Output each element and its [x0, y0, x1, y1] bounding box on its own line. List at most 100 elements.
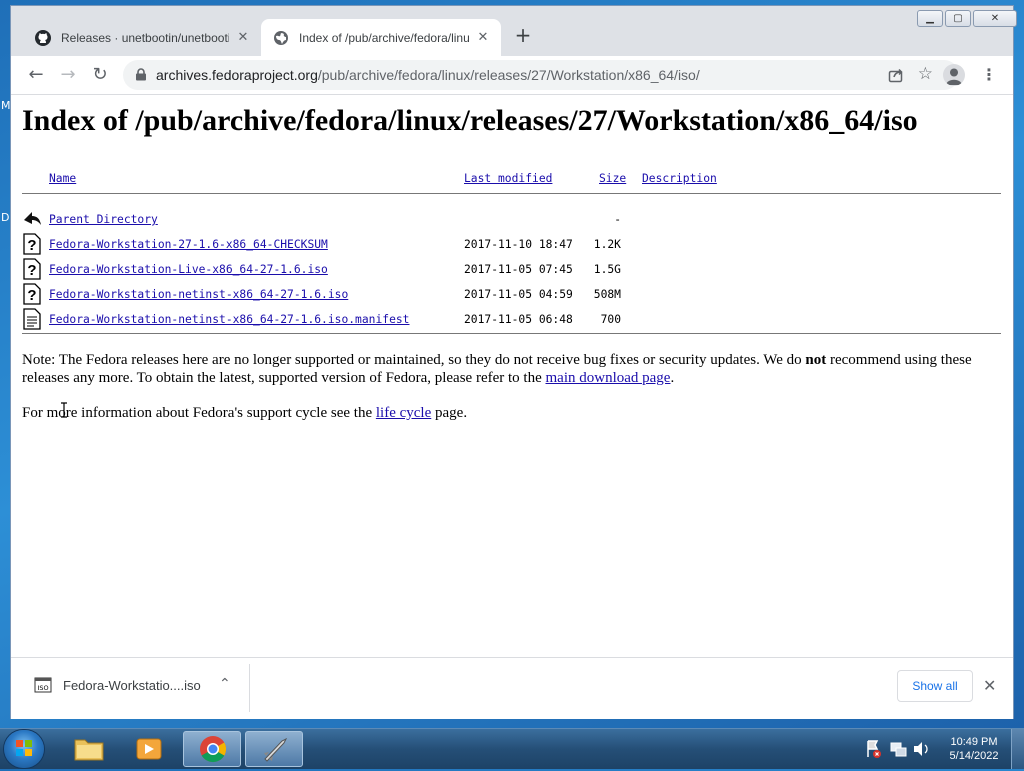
network-icon[interactable] — [890, 742, 907, 757]
profile-avatar-icon[interactable] — [943, 64, 965, 86]
file-size: - — [614, 213, 621, 226]
close-tab-icon[interactable]: ✕ — [235, 30, 251, 45]
file-link[interactable]: Fedora-Workstation-Live-x86_64-27-1.6.is… — [49, 263, 328, 276]
taskbar-clock[interactable]: 10:49 PM 5/14/2022 — [938, 735, 1010, 763]
column-header-description[interactable]: Description — [642, 172, 717, 185]
note-text: Note: The Fedora releases here are no lo… — [22, 352, 806, 368]
close-shelf-icon[interactable]: ✕ — [983, 676, 996, 695]
back-button[interactable]: ← — [23, 62, 49, 88]
close-tab-icon[interactable]: ✕ — [475, 30, 491, 45]
column-header-last-modified[interactable]: Last modified — [464, 172, 552, 185]
main-download-page-link[interactable]: main download page — [546, 370, 671, 386]
windows-logo-icon — [16, 740, 32, 756]
deprecation-note: Note: The Fedora releases here are no lo… — [22, 351, 1007, 387]
taskbar-explorer[interactable] — [60, 731, 118, 767]
unknown-file-icon: ? — [23, 283, 41, 305]
file-size: 508M — [593, 288, 621, 301]
start-button[interactable] — [4, 730, 44, 768]
tab-fedora-index[interactable]: Index of /pub/archive/fedora/linux/relea… — [261, 19, 501, 56]
share-icon[interactable] — [887, 66, 905, 84]
maximize-button[interactable]: ▢ — [945, 10, 971, 27]
taskbar: 10:49 PM 5/14/2022 — [0, 728, 1024, 769]
lock-icon[interactable] — [135, 68, 147, 81]
action-center-flag-icon[interactable] — [867, 740, 881, 758]
browser-window: Releases · unetbootin/unetbootin ✕ Index… — [11, 6, 1017, 719]
file-link[interactable]: Fedora-Workstation-netinst-x86_64-27-1.6… — [49, 288, 348, 301]
page-title: Index of /pub/archive/fedora/linux/relea… — [22, 104, 918, 137]
life-cycle-link[interactable]: life cycle — [376, 405, 431, 421]
url-text[interactable]: archives.fedoraproject.org/pub/archive/f… — [156, 60, 700, 90]
file-modified: 2017-11-05 04:59 — [464, 288, 573, 301]
table-row: ? Fedora-Workstation-Live-x86_64-27-1.6.… — [22, 258, 1001, 288]
folder-icon — [74, 739, 104, 761]
svg-text:?: ? — [27, 262, 36, 279]
browser-toolbar: ← → ↻ archives.fedoraproject.org/pub/arc… — [11, 56, 1013, 95]
page-content: Index of /pub/archive/fedora/linux/relea… — [11, 95, 1013, 661]
column-header-size[interactable]: Size — [599, 172, 626, 185]
file-size: 1.2K — [593, 238, 621, 251]
divider — [22, 193, 1001, 194]
svg-text:?: ? — [27, 287, 36, 304]
unknown-file-icon: ? — [23, 233, 41, 255]
url-host: archives.fedoraproject.org — [156, 67, 318, 83]
rocket-icon — [264, 737, 288, 762]
table-row: ? Fedora-Workstation-netinst-x86_64-27-1… — [22, 283, 1001, 313]
unknown-file-icon: ? — [23, 258, 41, 280]
menu-kebab-icon[interactable]: ⋮ — [981, 62, 997, 88]
volume-icon[interactable] — [914, 742, 928, 756]
table-row: ? Fedora-Workstation-27-1.6-x86_64-CHECK… — [22, 233, 1001, 263]
window-controls: ▁ ▢ ✕ — [915, 10, 1017, 28]
tab-strip: Releases · unetbootin/unetbootin ✕ Index… — [11, 6, 1017, 56]
divider — [22, 333, 1001, 334]
taskbar-unetbootin[interactable] — [245, 731, 303, 767]
text-cursor-icon — [61, 402, 67, 418]
note-text: page. — [431, 405, 468, 421]
chevron-up-icon[interactable]: ⌃ — [219, 676, 231, 692]
note-text: For more information about Fedora's supp… — [22, 405, 376, 421]
clock-date: 5/14/2022 — [949, 750, 999, 762]
show-all-button[interactable]: Show all — [897, 670, 973, 702]
download-filename[interactable]: Fedora-Workstatio....iso — [63, 678, 201, 693]
tab-title: Index of /pub/archive/fedora/linux/relea… — [299, 30, 469, 45]
github-icon — [35, 29, 51, 46]
support-cycle-note: For more information about Fedora's supp… — [22, 404, 1007, 422]
file-link[interactable]: Fedora-Workstation-netinst-x86_64-27-1.6… — [49, 313, 409, 326]
media-player-icon — [136, 738, 162, 760]
file-modified: 2017-11-05 07:45 — [464, 263, 573, 276]
reload-button[interactable]: ↻ — [87, 62, 113, 88]
system-tray — [864, 733, 934, 765]
text-file-icon — [23, 308, 41, 330]
taskbar-chrome[interactable] — [183, 731, 241, 767]
address-bar[interactable]: archives.fedoraproject.org/pub/archive/f… — [123, 60, 959, 90]
minimize-button[interactable]: ▁ — [917, 10, 943, 27]
file-size: 1.5G — [593, 263, 621, 276]
file-modified: 2017-11-10 18:47 — [464, 238, 573, 251]
note-text: . — [670, 370, 675, 386]
close-window-button[interactable]: ✕ — [973, 10, 1017, 27]
forward-button[interactable]: → — [55, 62, 81, 88]
iso-file-icon: ISO — [34, 677, 52, 693]
back-folder-icon — [24, 212, 41, 225]
svg-text:?: ? — [27, 237, 36, 254]
bookmark-star-icon[interactable]: ☆ — [918, 64, 933, 84]
table-row: Fedora-Workstation-netinst-x86_64-27-1.6… — [22, 308, 1001, 338]
url-path: /pub/archive/fedora/linux/releases/27/Wo… — [317, 67, 700, 83]
svg-text:ISO: ISO — [37, 684, 48, 692]
column-header-name[interactable]: Name — [49, 172, 76, 185]
taskbar-media-player[interactable] — [120, 731, 178, 767]
file-modified: 2017-11-05 06:48 — [464, 313, 573, 326]
file-size: 700 — [600, 313, 621, 326]
file-link[interactable]: Parent Directory — [49, 213, 158, 226]
chrome-icon — [200, 736, 227, 763]
show-desktop-button[interactable] — [1011, 729, 1024, 769]
tab-releases[interactable]: Releases · unetbootin/unetbootin ✕ — [23, 19, 261, 56]
note-emphasis: not — [805, 352, 827, 368]
new-tab-button[interactable]: + — [511, 24, 535, 48]
divider — [249, 664, 250, 712]
file-link[interactable]: Fedora-Workstation-27-1.6-x86_64-CHECKSU… — [49, 238, 328, 251]
table-row: Parent Directory - — [22, 212, 1001, 238]
clock-time: 10:49 PM — [950, 736, 998, 748]
globe-icon — [273, 30, 289, 46]
tab-title: Releases · unetbootin/unetbootin — [61, 30, 229, 45]
download-shelf: ISO Fedora-Workstatio....iso ⌃ Show all … — [11, 657, 1013, 719]
